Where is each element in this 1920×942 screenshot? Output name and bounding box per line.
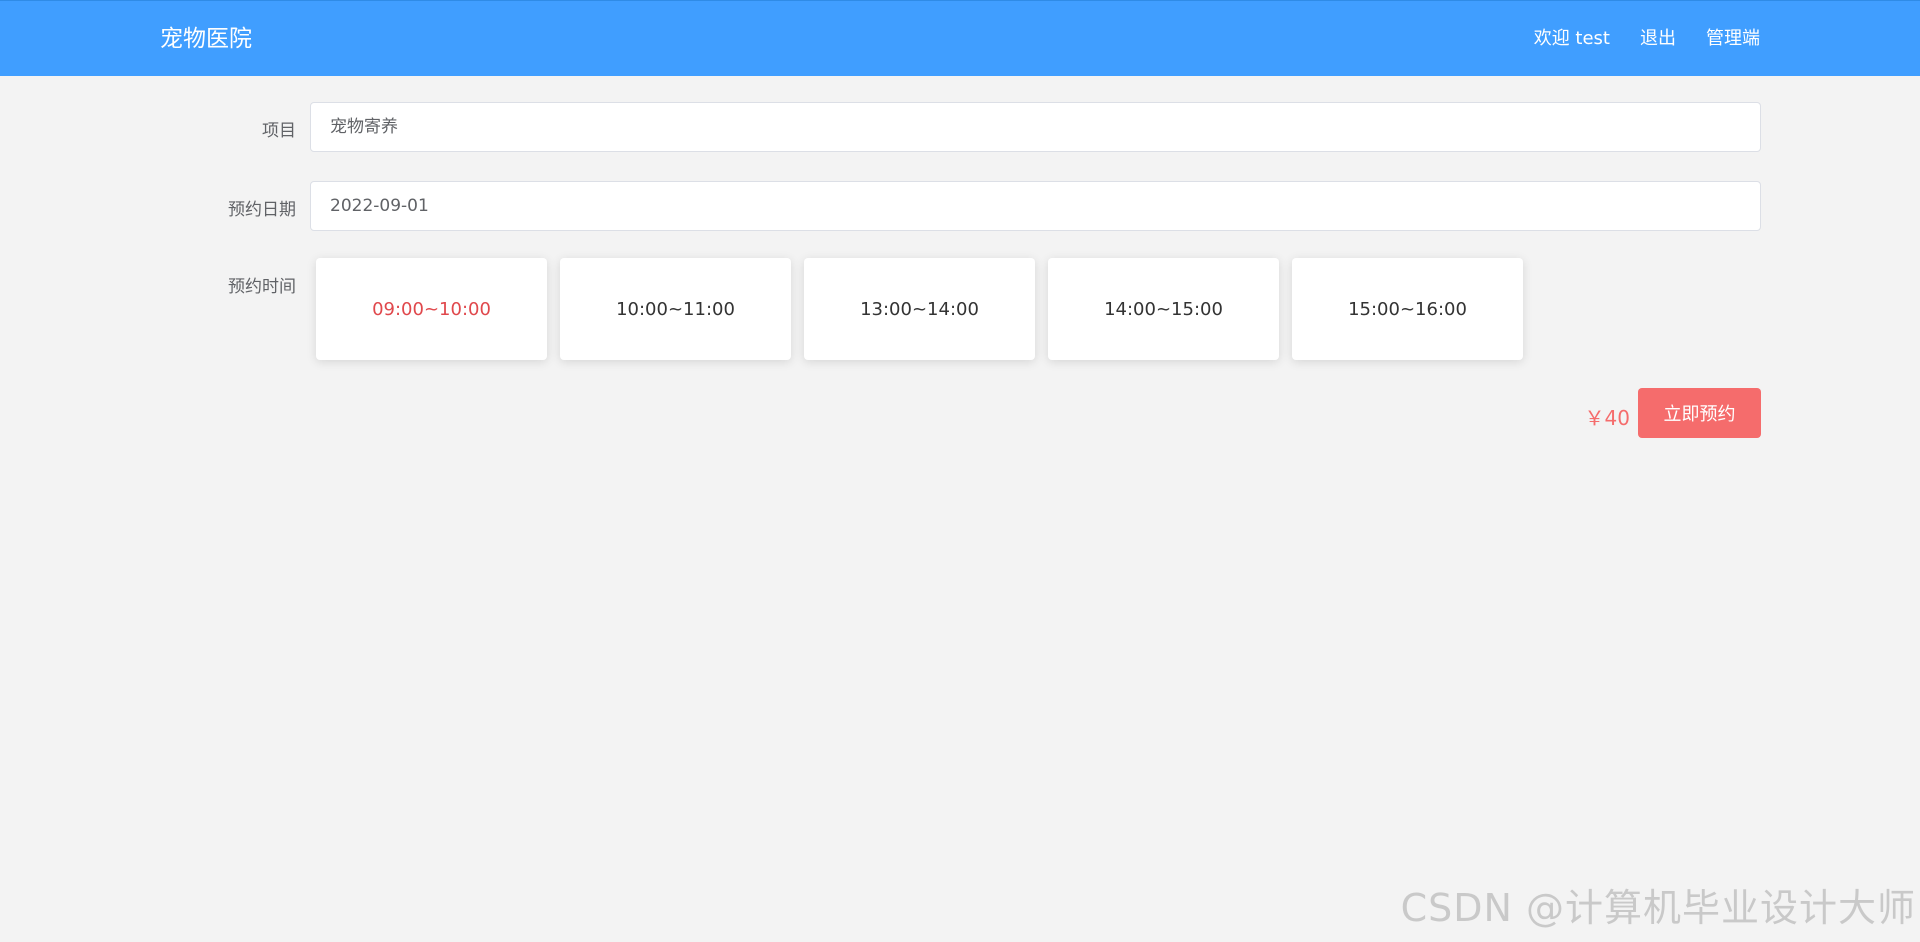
item-input[interactable]: 宠物寄养 — [310, 102, 1761, 152]
item-label: 项目 — [262, 121, 296, 141]
header-nav: 欢迎 test 退出 管理端 — [1534, 27, 1760, 51]
time-label: 预约时间 — [228, 277, 296, 297]
time-slot[interactable]: 13:00~14:00 — [804, 258, 1035, 360]
brand-title[interactable]: 宠物医院 — [160, 25, 252, 53]
time-slot-list: 09:00~10:00 10:00~11:00 13:00~14:00 14:0… — [316, 258, 1523, 360]
welcome-user-link[interactable]: 欢迎 test — [1534, 27, 1610, 51]
date-row: 预约日期 2022-09-01 — [150, 181, 1761, 231]
logout-link[interactable]: 退出 — [1640, 27, 1676, 51]
date-label: 预约日期 — [228, 200, 296, 220]
watermark-text: CSDN @计算机毕业设计大师 — [1400, 886, 1916, 930]
book-now-button[interactable]: 立即预约 — [1638, 388, 1761, 438]
admin-link[interactable]: 管理端 — [1706, 27, 1760, 51]
time-slot[interactable]: 09:00~10:00 — [316, 258, 547, 360]
time-slot[interactable]: 14:00~15:00 — [1048, 258, 1279, 360]
price-label: ￥40 — [1584, 406, 1630, 430]
top-header: 宠物医院 欢迎 test 退出 管理端 — [0, 0, 1920, 76]
date-input[interactable]: 2022-09-01 — [310, 181, 1761, 231]
time-slot[interactable]: 15:00~16:00 — [1292, 258, 1523, 360]
time-slot[interactable]: 10:00~11:00 — [560, 258, 791, 360]
item-row: 项目 宠物寄养 — [150, 102, 1761, 152]
